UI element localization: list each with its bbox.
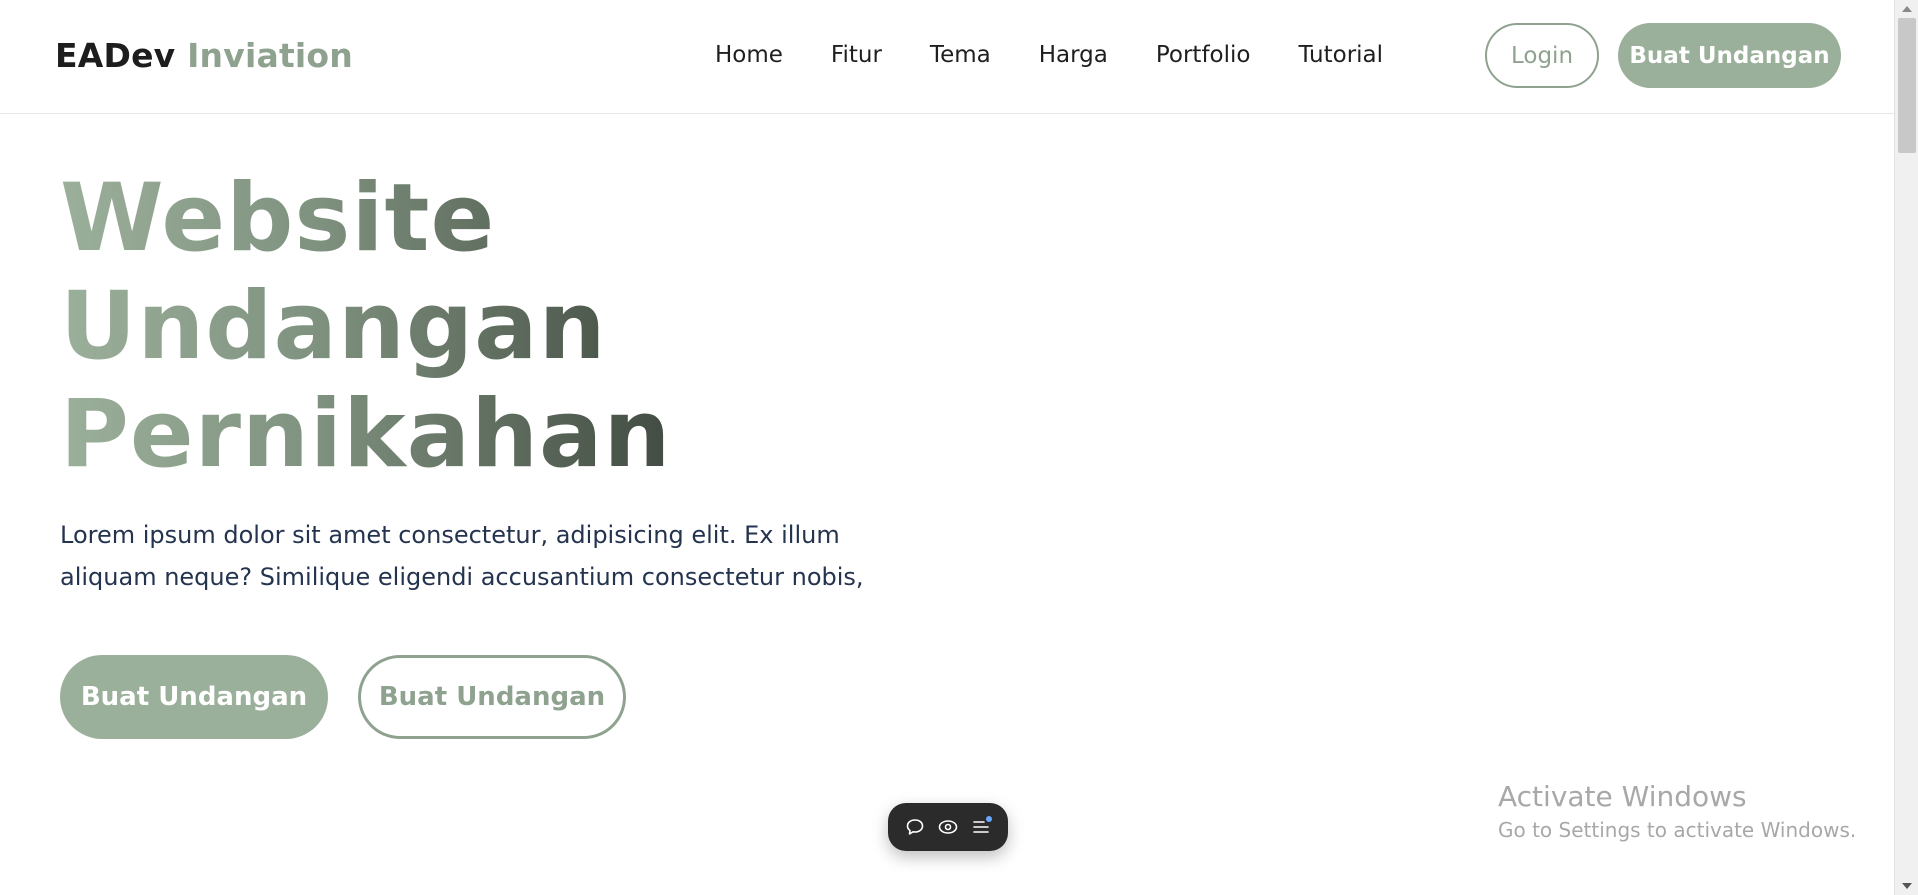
hero-title-line-2: Undangan (60, 272, 607, 381)
brand-logo[interactable]: EADev Inviation (55, 36, 353, 75)
nav-item-tema[interactable]: Tema (930, 42, 991, 68)
nav-item-harga[interactable]: Harga (1039, 42, 1108, 68)
create-invitation-button-primary[interactable]: Buat Undangan (60, 655, 328, 739)
navbar: EADev Inviation Home Fitur Tema Harga Po… (0, 0, 1894, 114)
scroll-up-arrow-icon[interactable] (1902, 6, 1912, 12)
watermark-title: Activate Windows (1498, 780, 1747, 813)
watermark-subtitle: Go to Settings to activate Windows. (1498, 818, 1857, 842)
create-invitation-button-header[interactable]: Buat Undangan (1618, 23, 1841, 88)
notification-dot (986, 816, 993, 822)
nav-item-fitur[interactable]: Fitur (831, 42, 882, 68)
brand-name-main: EADev (55, 36, 176, 75)
brand-name-accent: Inviation (187, 36, 353, 75)
hero-title-line-3: Pernikahan (60, 380, 672, 489)
nav-item-portfolio[interactable]: Portfolio (1156, 42, 1251, 68)
vertical-scrollbar[interactable] (1894, 0, 1918, 895)
eye-icon[interactable] (934, 813, 962, 841)
page: EADev Inviation Home Fitur Tema Harga Po… (0, 0, 1918, 895)
hero-description: Lorem ipsum dolor sit amet consectetur, … (60, 521, 864, 591)
scroll-down-arrow-icon[interactable] (1902, 883, 1912, 889)
floating-toolbar (888, 803, 1008, 851)
hero-title-line-1: Website (60, 164, 496, 273)
login-button[interactable]: Login (1485, 23, 1599, 88)
create-invitation-button-secondary[interactable]: Buat Undangan (358, 655, 626, 739)
scroll-thumb[interactable] (1898, 18, 1916, 153)
nav-item-home[interactable]: Home (715, 42, 783, 68)
comment-icon[interactable] (901, 813, 929, 841)
nav-item-tutorial[interactable]: Tutorial (1298, 42, 1383, 68)
windows-activation-watermark: Activate Windows Go to Settings to activ… (1498, 778, 1856, 844)
hero-title: Website Undangan Pernikahan (60, 165, 700, 489)
main-menu: Home Fitur Tema Harga Portfolio Tutorial (715, 42, 1383, 68)
menu-list-icon[interactable] (967, 813, 995, 841)
